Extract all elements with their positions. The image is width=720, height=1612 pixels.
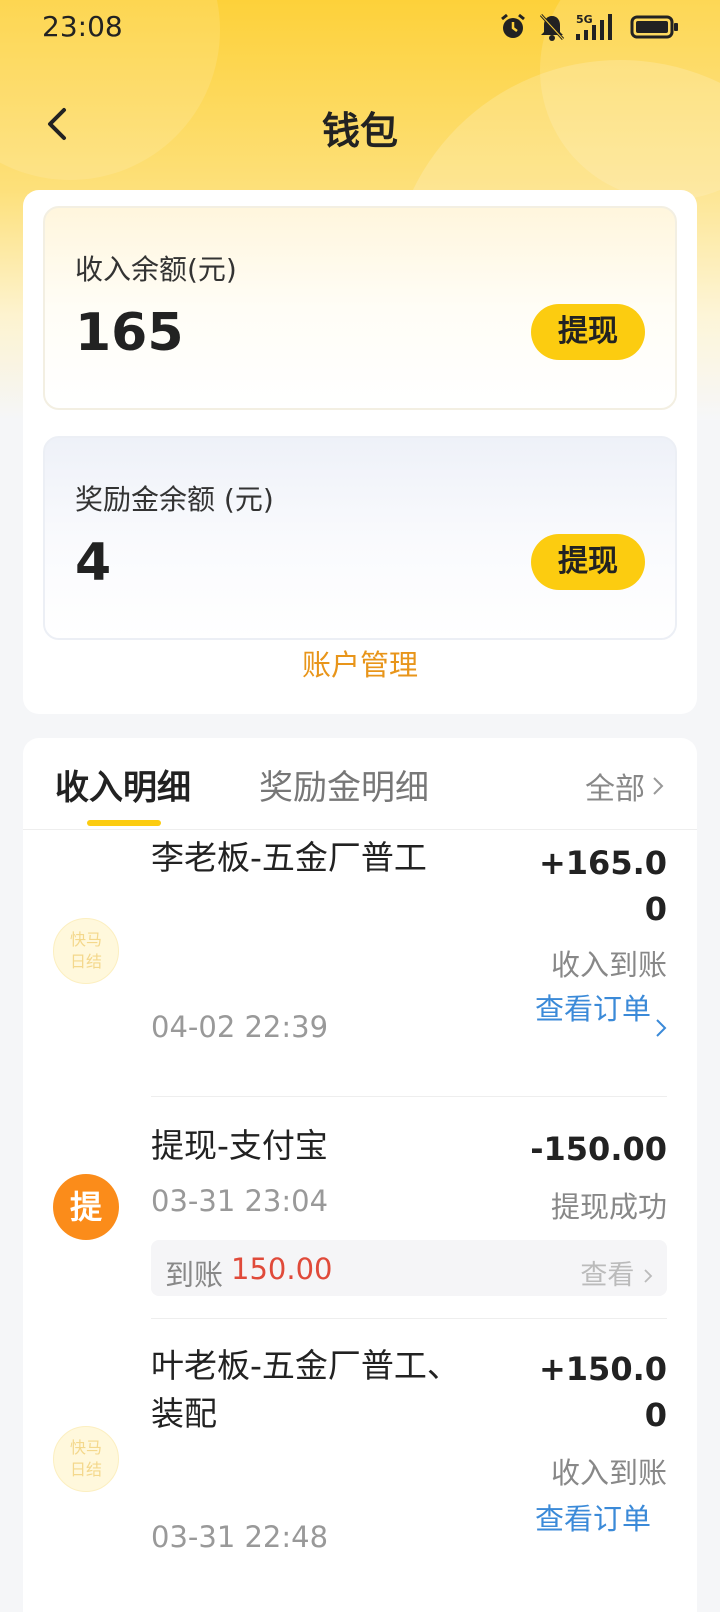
view-order-label: 查看订单: [535, 1502, 652, 1536]
status-icons: 5G: [498, 12, 680, 42]
record-title: 李老板-五金厂普工: [151, 838, 427, 877]
kuaima-logo-icon: 快马 日结: [53, 918, 119, 984]
mute-bell-icon: [539, 13, 565, 41]
status-time: 23:08: [42, 10, 123, 43]
divider: [151, 1096, 667, 1097]
list-item[interactable]: 提 提现-支付宝 -150.00 03-31 23:04 提现成功 到账 150…: [23, 1110, 697, 1320]
view-withdraw-label: 查看: [580, 1260, 635, 1291]
svg-text:5G: 5G: [576, 13, 593, 26]
details-card: 收入明细 奖励金明细 全部 快马 日结 李老板-五金厂普工 +165.00 收入到…: [23, 738, 697, 1612]
record-status: 收入到账: [550, 1456, 667, 1490]
reward-balance-box: 奖励金余额 (元) 4 提现: [43, 436, 677, 640]
record-time: 03-31 23:04: [151, 1184, 329, 1218]
record-status: 提现成功: [550, 1190, 667, 1224]
battery-icon: [630, 15, 678, 39]
tab-income-details[interactable]: 收入明细: [55, 760, 191, 809]
record-status: 收入到账: [550, 948, 667, 982]
arrival-label: 到账: [165, 1258, 224, 1292]
chevron-right-icon: [656, 1019, 667, 1037]
income-balance-box: 收入余额(元) 165 提现: [43, 206, 677, 410]
income-withdraw-button[interactable]: 提现: [531, 304, 645, 360]
active-tab-indicator: [87, 820, 161, 826]
view-withdraw-link[interactable]: 查看: [580, 1253, 653, 1292]
view-order-label: 查看订单: [535, 992, 652, 1026]
tab-reward-details[interactable]: 奖励金明细: [259, 760, 429, 809]
wallet-card: 收入余额(元) 165 提现 奖励金余额 (元) 4 提现 账户管理: [23, 190, 697, 714]
view-order-link[interactable]: 查看订单: [535, 1500, 651, 1538]
record-time: 04-02 22:39: [151, 1010, 329, 1044]
account-management-link[interactable]: 账户管理: [23, 642, 697, 684]
arrival-bar: 到账 150.00 查看: [151, 1240, 667, 1296]
record-amount: +150.00: [538, 1350, 667, 1434]
record-amount: +165.00: [538, 844, 667, 928]
arrival-value: 150.00: [231, 1252, 333, 1286]
reward-balance-label: 奖励金余额 (元): [75, 483, 274, 516]
page-title: 钱包: [321, 109, 398, 153]
chevron-right-icon: [644, 1269, 653, 1283]
reward-balance-amount: 4: [75, 533, 112, 593]
kuaima-logo-icon: 快马 日结: [53, 1426, 119, 1492]
withdraw-badge-icon: 提: [53, 1174, 119, 1240]
income-balance-label: 收入余额(元): [75, 253, 237, 286]
record-title: 叶老板-五金厂普工、装配: [151, 1346, 460, 1433]
details-tabs: 收入明细 奖励金明细 全部: [23, 738, 697, 830]
record-amount: -150.00: [530, 1130, 667, 1168]
income-balance-amount: 165: [75, 303, 184, 363]
alarm-icon: [501, 13, 525, 38]
list-item[interactable]: 快马 日结 叶老板-五金厂普工、装配 +150.00 收入到账 03-31 22:…: [23, 1330, 697, 1570]
status-bar: 23:08 5G: [0, 0, 720, 56]
divider: [151, 1318, 667, 1319]
filter-all-label: 全部: [585, 772, 645, 807]
record-time: 03-31 22:48: [151, 1520, 329, 1554]
record-title: 提现-支付宝: [151, 1126, 328, 1165]
filter-all-button[interactable]: 全部: [585, 764, 665, 808]
reward-withdraw-button[interactable]: 提现: [531, 534, 645, 590]
signal-icon: 5G: [576, 13, 612, 40]
chevron-right-icon: [653, 777, 664, 795]
list-item[interactable]: 快马 日结 李老板-五金厂普工 +165.00 收入到账 04-02 22:39 …: [23, 830, 697, 1120]
view-order-link[interactable]: 查看订单: [535, 990, 651, 1028]
